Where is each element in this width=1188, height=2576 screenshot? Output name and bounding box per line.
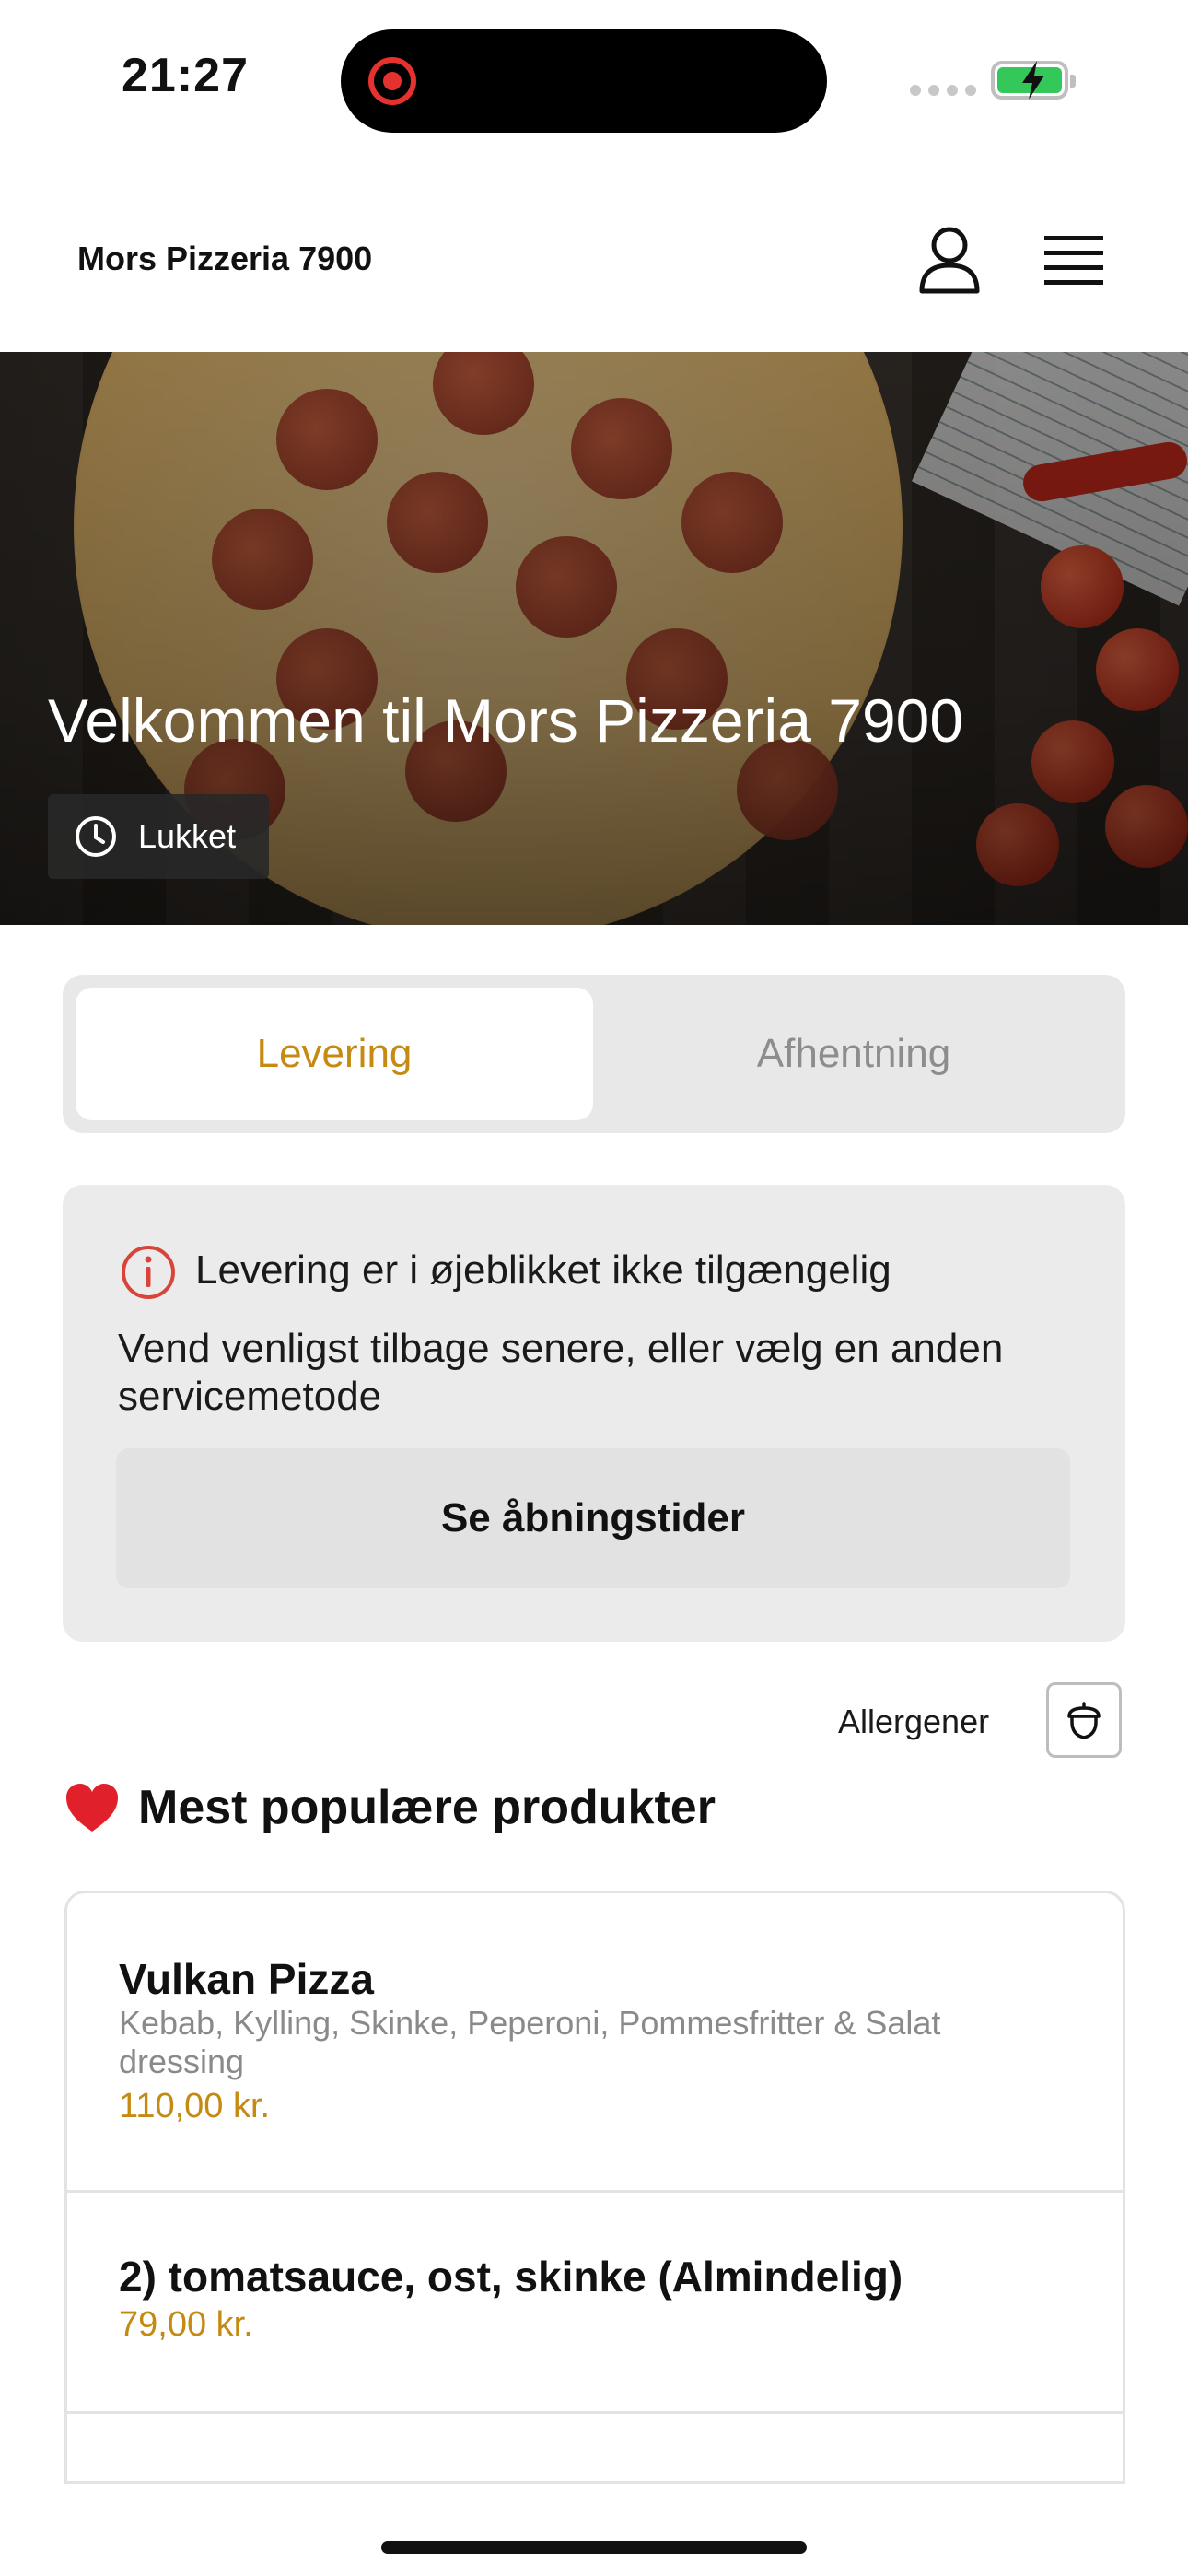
heart-icon [66,1784,118,1832]
home-indicator[interactable] [381,2541,807,2554]
hamburger-menu-icon[interactable] [1044,234,1103,287]
status-bar: 21:27 [0,0,1188,161]
product-item-vulkan-pizza[interactable]: Vulkan Pizza Kebab, Kylling, Skinke, Pep… [67,1893,1123,2193]
allergens-label[interactable]: Allergener [838,1703,989,1741]
acorn-icon [1067,1702,1101,1739]
product-name: 2) tomatsauce, ost, skinke (Almindelig) [119,2253,903,2301]
app-header: Mors Pizzeria 7900 [0,193,1188,350]
charging-bolt-icon [1022,61,1044,100]
product-item-almindelig[interactable]: 2) tomatsauce, ost, skinke (Almindelig) … [67,2193,1123,2414]
opening-status-badge: Lukket [48,794,269,879]
popular-products-list: Vulkan Pizza Kebab, Kylling, Skinke, Pep… [64,1891,1125,2484]
hero-banner: Velkommen til Mors Pizzeria 7900 Lukket [0,352,1188,925]
brand-name[interactable]: Mors Pizzeria 7900 [77,240,372,278]
status-time: 21:27 [122,49,249,102]
opening-status-text: Lukket [138,817,237,855]
delivery-unavailable-notice: Levering er i øjeblikket ikke tilgængeli… [63,1185,1125,1642]
person-icon[interactable] [917,225,982,295]
battery-icon [991,61,1076,100]
product-price: 79,00 kr. [119,2305,253,2344]
tab-delivery[interactable]: Levering [76,988,593,1120]
clock-icon [76,816,116,857]
service-method-tabs: Levering Afhentning [63,975,1125,1133]
recording-indicator-icon [368,57,416,105]
opening-hours-button[interactable]: Se åbningstider [116,1448,1070,1588]
product-description: Kebab, Kylling, Skinke, Peperoni, Pommes… [119,2004,941,2080]
info-icon [122,1246,175,1299]
cellular-signal-icon [910,85,976,96]
notice-title: Levering er i øjeblikket ikke tilgængeli… [195,1247,891,1293]
popular-products-heading: Mest populære produkter [64,1780,716,1835]
notice-body: Vend venligst tilbage senere, eller vælg… [118,1326,1004,1419]
product-price: 110,00 kr. [119,2087,271,2125]
hero-title: Velkommen til Mors Pizzeria 7900 [48,686,964,755]
popular-products-title: Mest populære produkter [138,1781,716,1834]
tab-pickup[interactable]: Afhentning [595,988,1112,1120]
allergens-button[interactable] [1046,1682,1122,1758]
dynamic-island [341,29,827,133]
product-name: Vulkan Pizza [119,1955,374,2003]
